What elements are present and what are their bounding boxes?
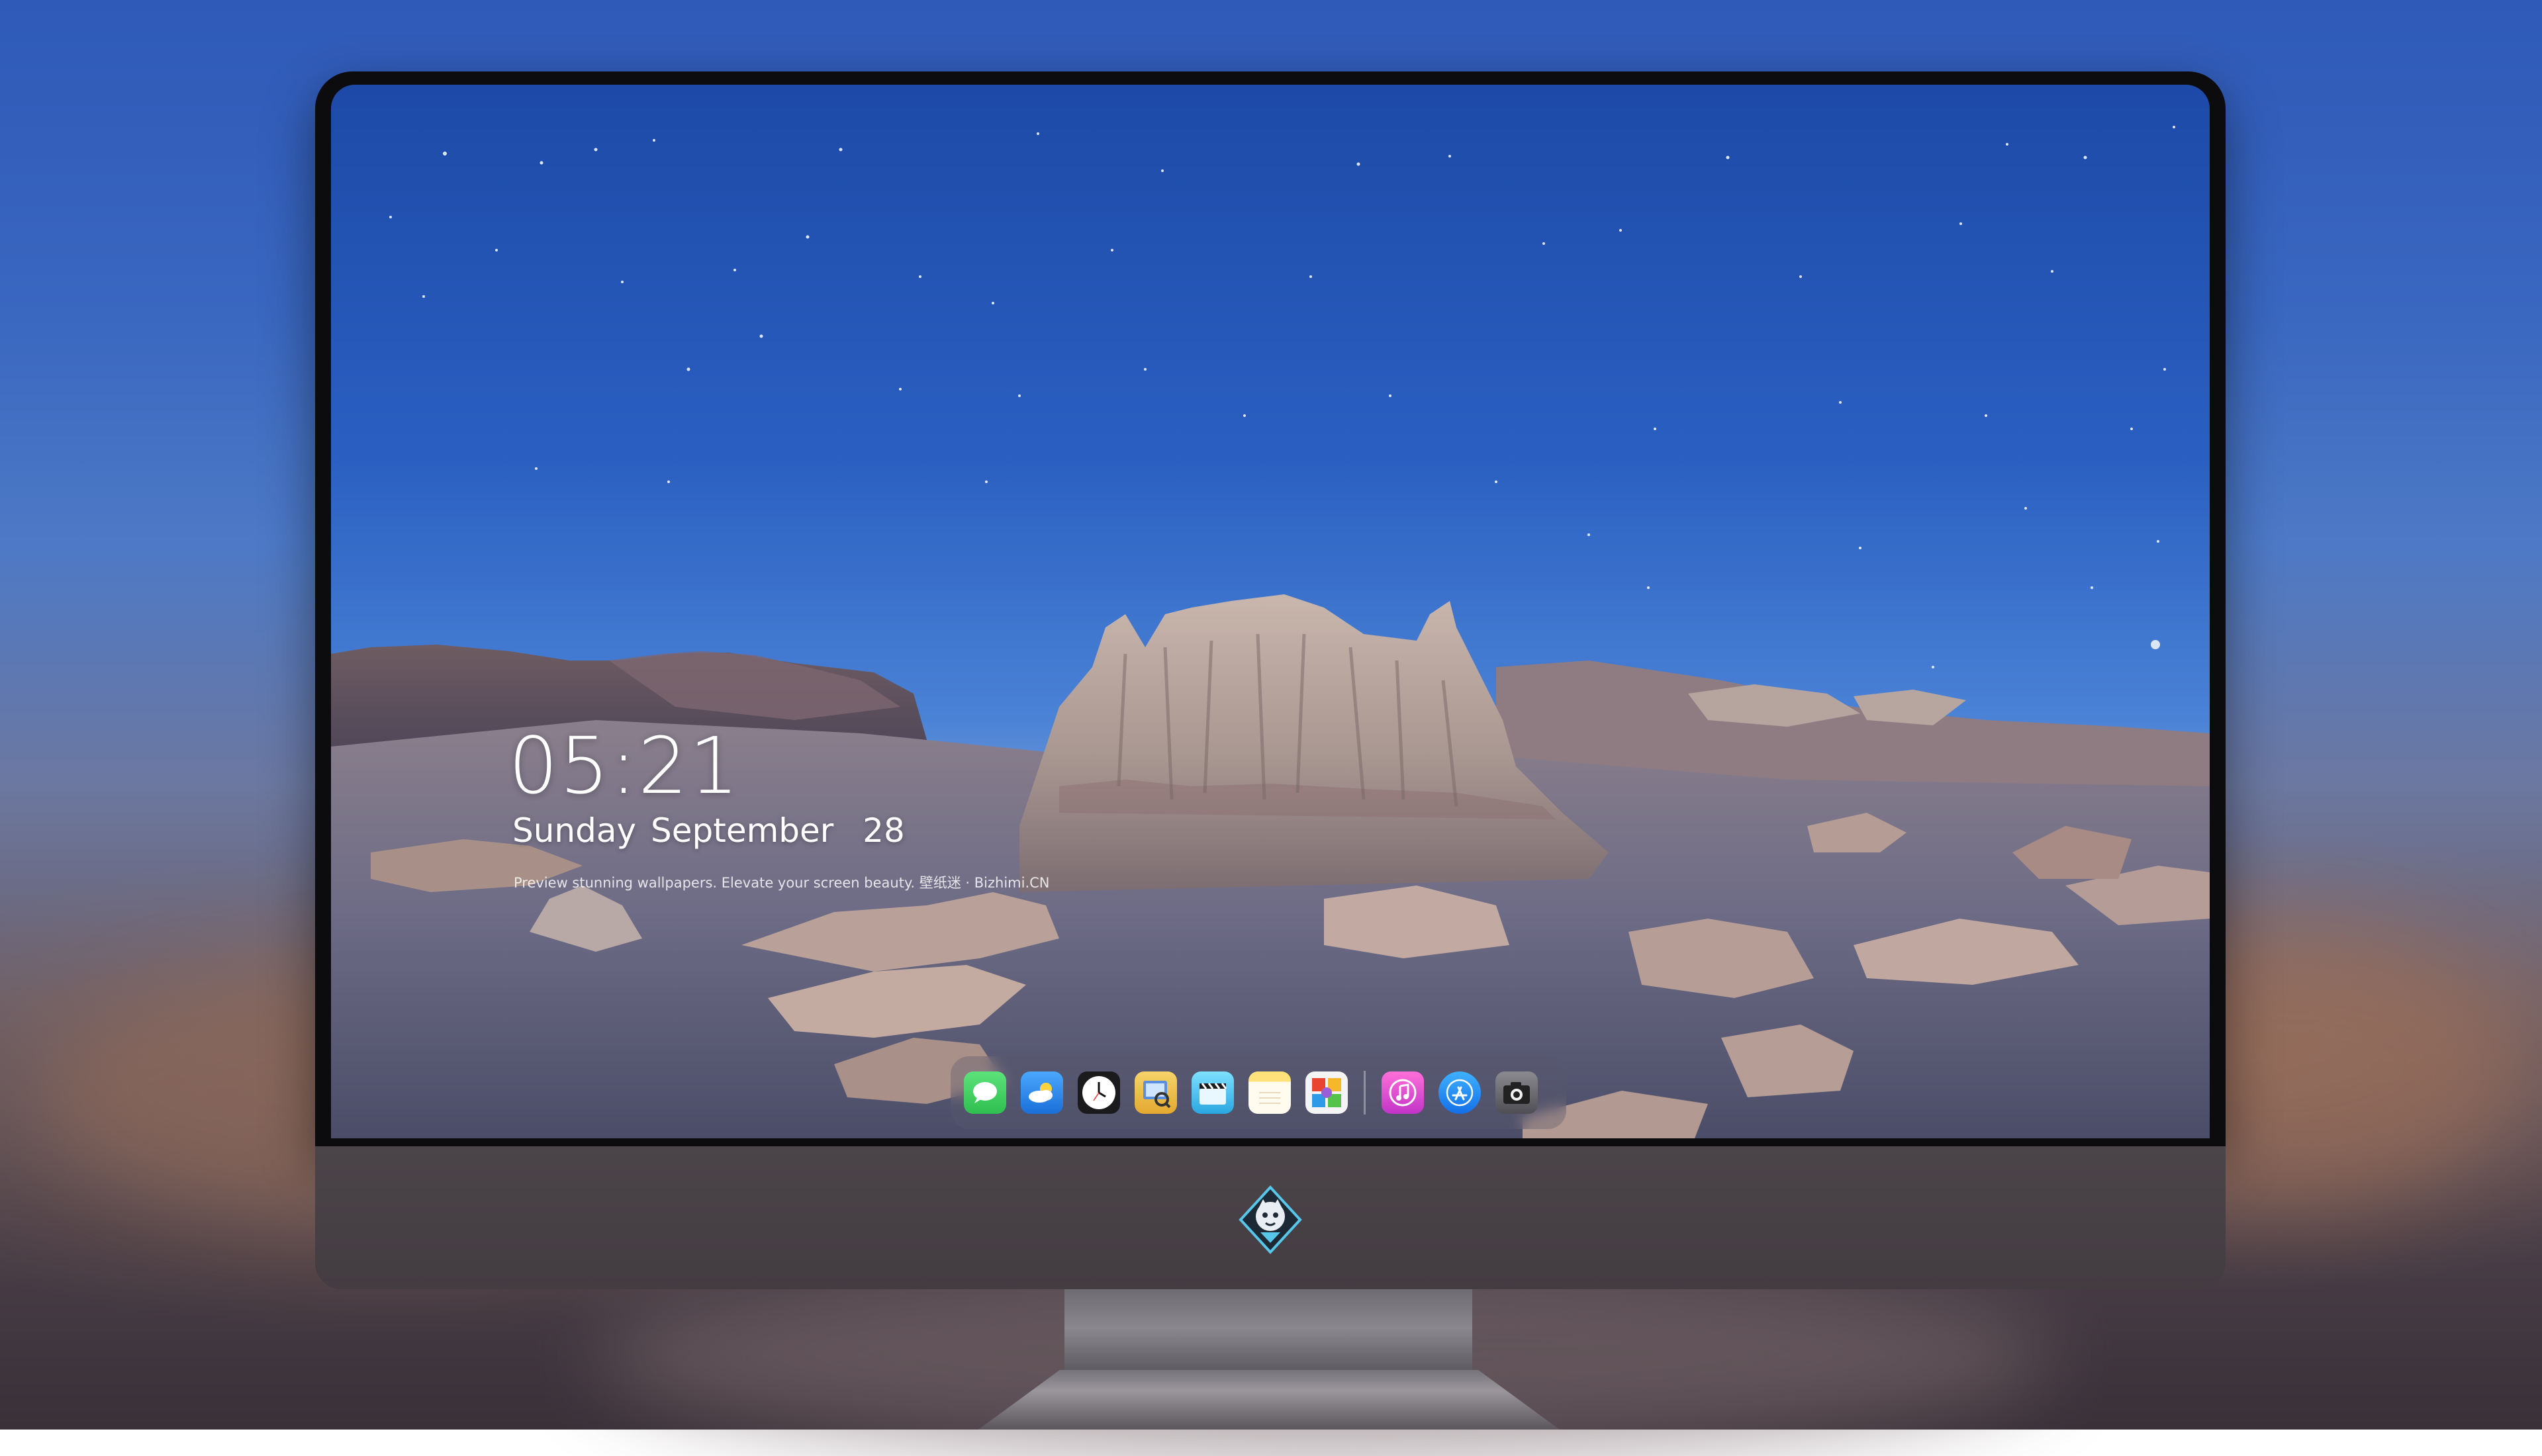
- lockscreen-date: Sunday September 28: [512, 811, 905, 850]
- weather-icon[interactable]: [1021, 1071, 1063, 1114]
- clock-icon[interactable]: [1078, 1071, 1120, 1114]
- badlands-landscape: [331, 594, 2210, 1138]
- music-icon[interactable]: [1382, 1071, 1424, 1114]
- monitor-screen: 05:21 Sunday September 28 Preview stunni…: [331, 85, 2210, 1138]
- monitor-stand-base: [978, 1370, 1560, 1430]
- monitor-stand-neck: [1064, 1289, 1472, 1377]
- dock-separator: [1364, 1071, 1366, 1115]
- clips-icon[interactable]: [1192, 1071, 1234, 1114]
- wallpaper-caption: Preview stunning wallpapers. Elevate you…: [514, 875, 1050, 891]
- wallpaper-app-logo: [1239, 1185, 1302, 1254]
- camera-icon[interactable]: [1495, 1071, 1538, 1114]
- messages-icon[interactable]: [964, 1071, 1006, 1114]
- app-store-icon[interactable]: [1438, 1071, 1481, 1114]
- photos-icon[interactable]: [1305, 1071, 1348, 1114]
- preview-icon[interactable]: [1135, 1071, 1177, 1114]
- dock: [951, 1056, 1566, 1129]
- lockscreen-clock: 05:21: [508, 720, 741, 811]
- notes-icon[interactable]: [1248, 1071, 1291, 1114]
